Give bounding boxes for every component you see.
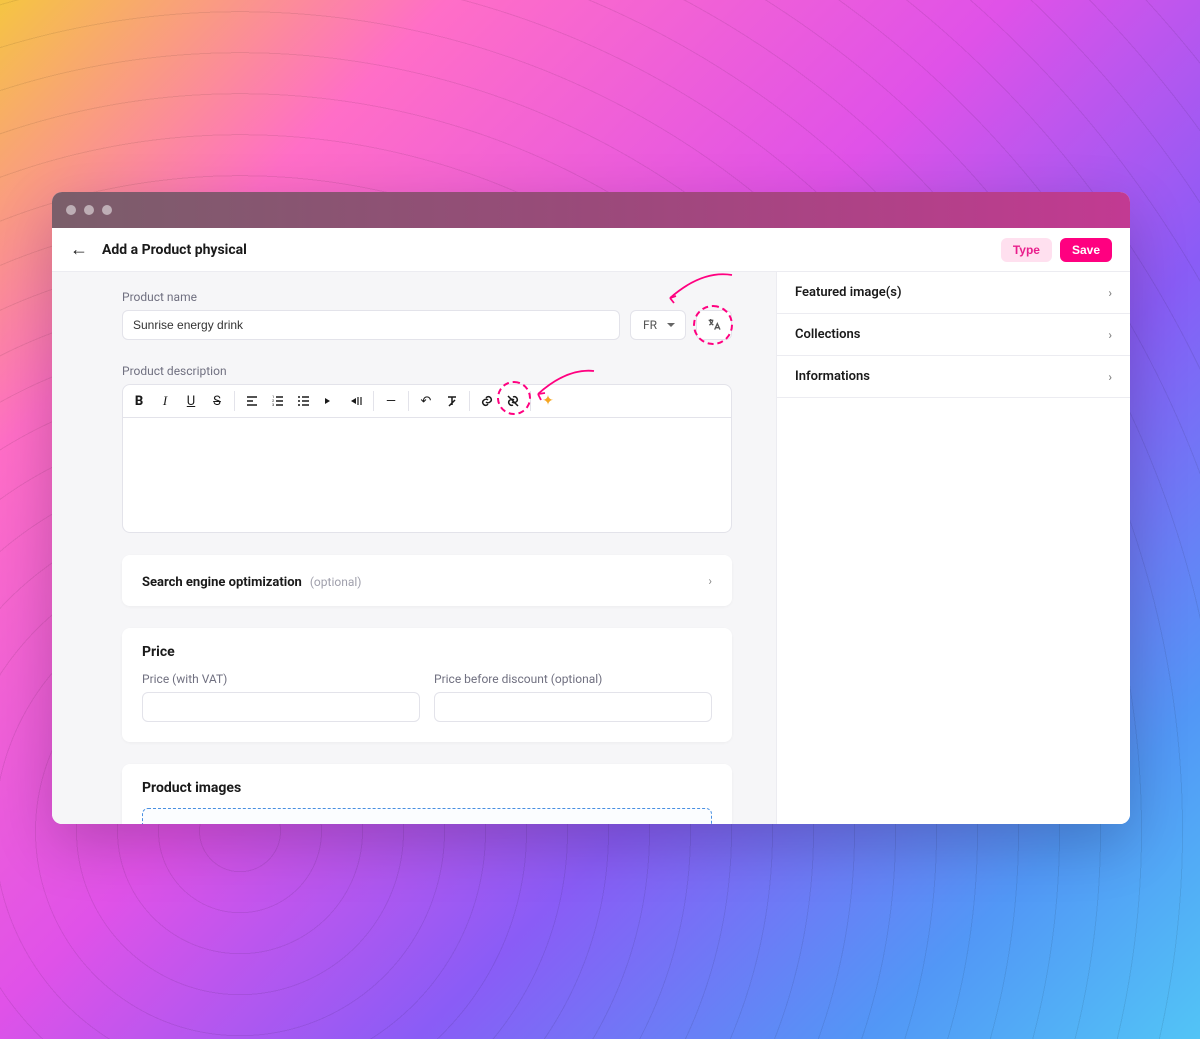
sidebar-item-label: Collections [795,327,860,342]
translate-icon [706,317,722,333]
clear-format-button[interactable] [440,389,464,413]
link-button[interactable] [475,389,499,413]
toolbar-divider [469,391,470,411]
image-dropzone[interactable] [142,808,712,824]
type-button[interactable]: Type [1001,238,1052,262]
price-section: Price Price (with VAT) Price before disc… [122,628,732,742]
align-button[interactable] [240,389,264,413]
editor-toolbar: B I U S 123 — ↶ [122,384,732,418]
side-column: Featured image(s) › Collections › Inform… [776,272,1130,824]
images-heading: Product images [142,780,712,796]
window-dot-min[interactable] [84,205,94,215]
app-window: ← Add a Product physical Type Save Produ… [52,192,1130,824]
toolbar-divider [373,391,374,411]
main-column: Product name FR Product descript [52,272,776,824]
page-title: Add a Product physical [102,242,247,258]
product-desc-label: Product description [122,364,732,378]
window-titlebar [52,192,1130,228]
window-dot-max[interactable] [102,205,112,215]
price-before-input[interactable] [434,692,712,722]
unlink-button[interactable] [501,389,525,413]
ai-sparkle-button[interactable]: ✦ [536,389,560,413]
chevron-right-icon: › [1108,328,1112,342]
strike-button[interactable]: S [205,389,229,413]
toolbar-divider [408,391,409,411]
chevron-right-icon: › [1108,286,1112,300]
italic-button[interactable]: I [153,389,177,413]
seo-title: Search engine optimization [142,575,302,590]
product-name-label: Product name [122,290,620,304]
hr-button[interactable]: — [379,389,403,413]
sidebar-item-label: Featured image(s) [795,285,902,300]
description-editor[interactable] [122,418,732,533]
images-section: Product images [122,764,732,824]
language-select[interactable]: FR [630,310,686,340]
sidebar-item-informations[interactable]: Informations › [777,356,1130,398]
ordered-list-button[interactable]: 123 [266,389,290,413]
bold-button[interactable]: B [127,389,151,413]
product-name-input[interactable] [122,310,620,340]
price-before-label: Price before discount (optional) [434,672,712,686]
price-vat-input[interactable] [142,692,420,722]
save-button[interactable]: Save [1060,238,1112,262]
window-dot-close[interactable] [66,205,76,215]
undo-button[interactable]: ↶ [414,389,438,413]
sidebar-item-collections[interactable]: Collections › [777,314,1130,356]
unordered-list-button[interactable] [292,389,316,413]
svg-text:3: 3 [272,402,274,407]
seo-section[interactable]: Search engine optimization (optional) › [122,555,732,606]
seo-optional-label: (optional) [310,575,362,589]
back-arrow-icon[interactable]: ← [70,239,88,260]
sidebar-item-label: Informations [795,369,870,384]
page-header: ← Add a Product physical Type Save [52,228,1130,272]
translate-button[interactable] [696,310,732,340]
underline-button[interactable]: U [179,389,203,413]
toolbar-divider [530,391,531,411]
outdent-button[interactable] [344,389,368,413]
chevron-right-icon: › [1108,370,1112,384]
price-heading: Price [142,644,712,660]
sidebar-item-featured-images[interactable]: Featured image(s) › [777,272,1130,314]
indent-button[interactable] [318,389,342,413]
chevron-right-icon: › [708,574,712,588]
language-value: FR [643,318,657,332]
toolbar-divider [234,391,235,411]
price-vat-label: Price (with VAT) [142,672,420,686]
